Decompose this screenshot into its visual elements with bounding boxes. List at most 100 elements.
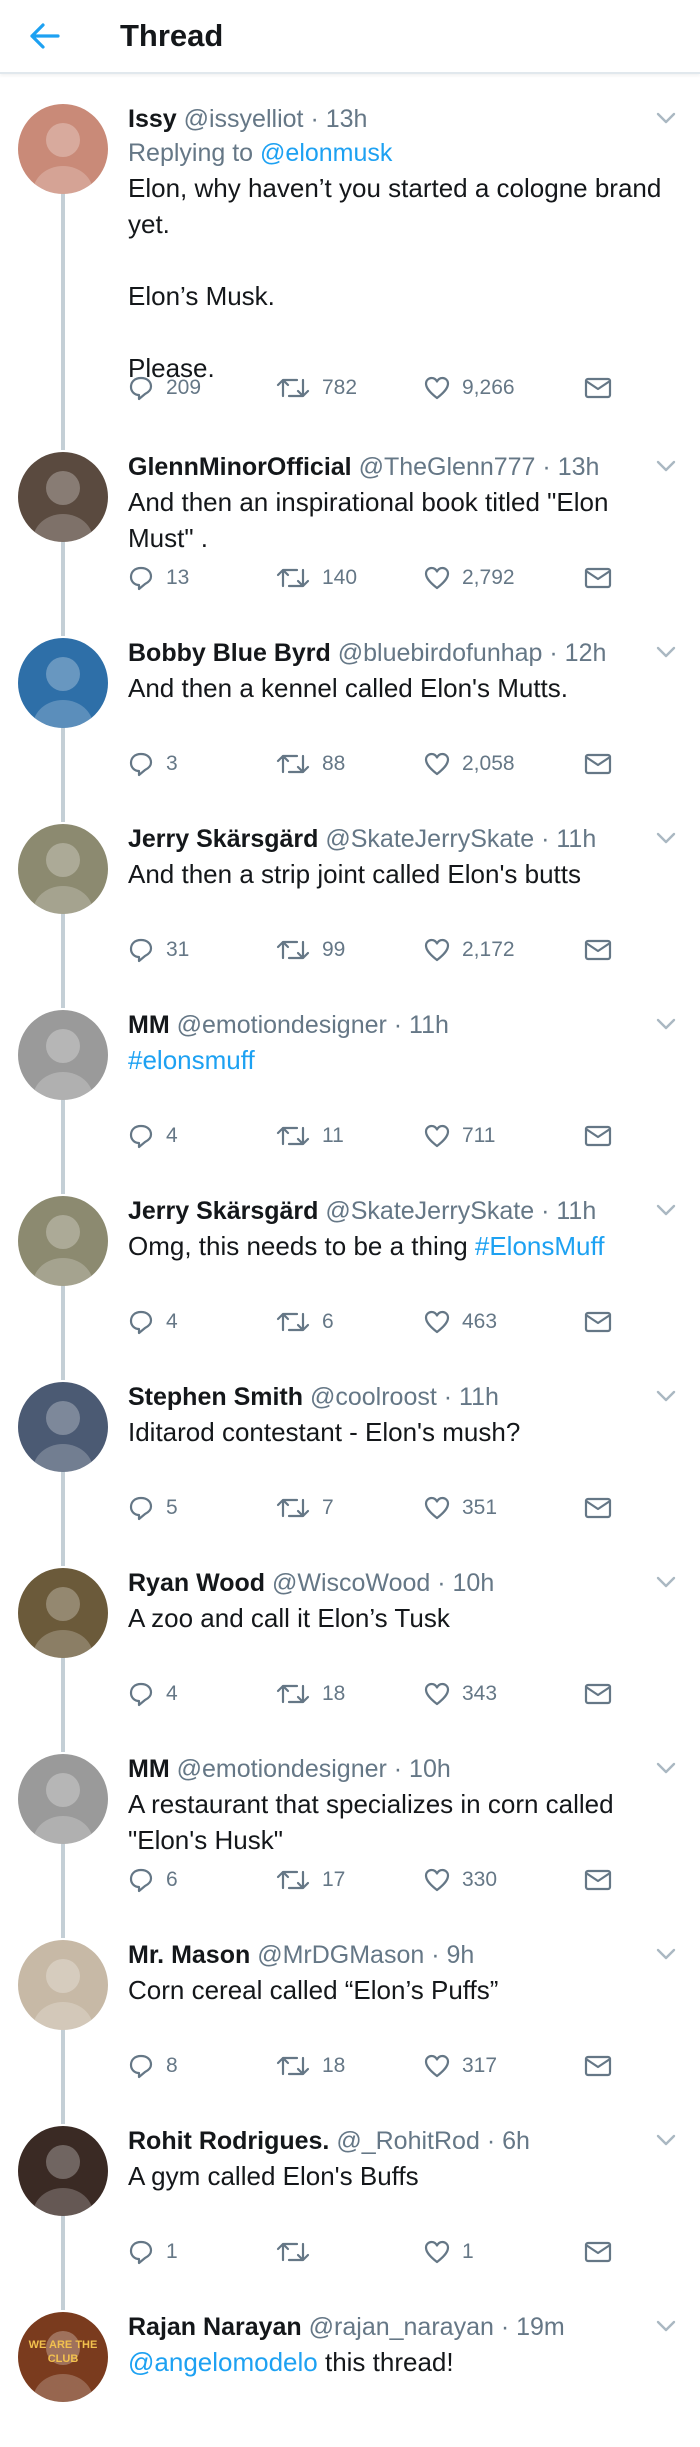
retweet-button[interactable]: 88 [276,752,424,776]
display-name[interactable]: MM [128,1755,170,1783]
tweet[interactable]: WE ARE THE CLUB Rajan Narayan @rajan_nara… [0,2298,700,2408]
like-button[interactable]: 711 [424,1124,572,1148]
user-handle[interactable]: @MrDGMason [257,1941,424,1969]
like-button[interactable]: 9,266 [424,376,572,400]
avatar[interactable] [18,824,108,914]
direct-message-button[interactable] [584,1869,612,1891]
tweet-menu-button[interactable] [652,1386,680,1406]
retweet-button[interactable] [276,2240,424,2264]
reply-button[interactable]: 5 [128,1495,276,1521]
timestamp[interactable]: · 11h [541,825,596,853]
direct-message-button[interactable] [584,2241,612,2263]
like-button[interactable]: 317 [424,2054,572,2078]
like-button[interactable]: 2,792 [424,566,572,590]
tweet[interactable]: Ryan Wood @WiscoWood · 10h A zoo and call… [0,1554,700,1740]
tweet[interactable]: MM @emotiondesigner · 10h A restaurant th… [0,1740,700,1926]
reply-button[interactable]: 13 [128,565,276,591]
tweet-menu-button[interactable] [652,1200,680,1220]
avatar[interactable]: WE ARE THE CLUB [18,2312,108,2402]
timestamp[interactable]: · 11h [541,1197,596,1225]
retweet-button[interactable]: 7 [276,1496,424,1520]
avatar[interactable] [18,1754,108,1844]
direct-message-button[interactable] [584,1311,612,1333]
tweet-menu-button[interactable] [652,1572,680,1592]
user-handle[interactable]: @bluebirdofunhap [338,639,543,667]
direct-message-button[interactable] [584,1125,612,1147]
user-handle[interactable]: @issyelliot [184,105,304,133]
mention-link[interactable]: @elonmusk [260,139,392,167]
avatar[interactable] [18,1568,108,1658]
reply-button[interactable]: 6 [128,1867,276,1893]
mention-link[interactable]: @angelomodelo [128,2347,318,2377]
tweet-menu-button[interactable] [652,1014,680,1034]
timestamp[interactable]: · 6h [487,2127,530,2155]
reply-button[interactable]: 4 [128,1123,276,1149]
display-name[interactable]: Stephen Smith [128,1383,303,1411]
like-button[interactable]: 463 [424,1310,572,1334]
like-button[interactable]: 1 [424,2240,572,2264]
retweet-button[interactable]: 140 [276,566,424,590]
tweet-menu-button[interactable] [652,642,680,662]
direct-message-button[interactable] [584,939,612,961]
avatar[interactable] [18,1196,108,1286]
timestamp[interactable]: · 9h [431,1941,474,1969]
reply-button[interactable]: 4 [128,1681,276,1707]
direct-message-button[interactable] [584,2055,612,2077]
reply-button[interactable]: 1 [128,2239,276,2265]
user-handle[interactable]: @_RohitRod [336,2127,480,2155]
tweet[interactable]: Jerry Skärsgärd @SkateJerrySkate · 11h An… [0,810,700,996]
display-name[interactable]: Bobby Blue Byrd [128,639,331,667]
tweet-menu-button[interactable] [652,1944,680,1964]
timestamp[interactable]: · 10h [394,1755,451,1783]
tweet-menu-button[interactable] [652,2130,680,2150]
tweet-menu-button[interactable] [652,828,680,848]
timestamp[interactable]: · 19m [501,2313,565,2341]
display-name[interactable]: Issy [128,105,177,133]
direct-message-button[interactable] [584,753,612,775]
display-name[interactable]: Rajan Narayan [128,2313,302,2341]
tweet-menu-button[interactable] [652,108,680,128]
like-button[interactable]: 343 [424,1682,572,1706]
display-name[interactable]: MM [128,1011,170,1039]
like-button[interactable]: 2,058 [424,752,572,776]
timestamp[interactable]: · 11h [394,1011,449,1039]
direct-message-button[interactable] [584,1497,612,1519]
avatar[interactable] [18,1382,108,1472]
user-handle[interactable]: @SkateJerrySkate [325,1197,534,1225]
timestamp[interactable]: · 12h [549,639,606,667]
display-name[interactable]: Jerry Skärsgärd [128,1197,318,1225]
reply-button[interactable]: 4 [128,1309,276,1335]
user-handle[interactable]: @rajan_narayan [309,2313,494,2341]
user-handle[interactable]: @TheGlenn777 [359,453,536,481]
reply-button[interactable]: 209 [128,375,276,401]
display-name[interactable]: Jerry Skärsgärd [128,825,318,853]
user-handle[interactable]: @WiscoWood [272,1569,430,1597]
display-name[interactable]: Mr. Mason [128,1941,250,1969]
tweet[interactable]: Jerry Skärsgärd @SkateJerrySkate · 11h Om… [0,1182,700,1368]
user-handle[interactable]: @SkateJerrySkate [325,825,534,853]
avatar[interactable] [18,638,108,728]
retweet-button[interactable]: 99 [276,938,424,962]
tweet[interactable]: Mr. Mason @MrDGMason · 9h Corn cereal cal… [0,1926,700,2112]
tweet-menu-button[interactable] [652,456,680,476]
user-handle[interactable]: @emotiondesigner [177,1755,387,1783]
display-name[interactable]: GlennMinorOfficial [128,453,352,481]
avatar[interactable] [18,452,108,542]
timestamp[interactable]: · 13h [310,105,367,133]
avatar[interactable] [18,1010,108,1100]
retweet-button[interactable]: 11 [276,1124,424,1148]
direct-message-button[interactable] [584,567,612,589]
retweet-button[interactable]: 782 [276,376,424,400]
like-button[interactable]: 330 [424,1868,572,1892]
avatar[interactable] [18,1940,108,2030]
timestamp[interactable]: · 11h [444,1383,499,1411]
like-button[interactable]: 351 [424,1496,572,1520]
tweet[interactable]: Stephen Smith @coolroost · 11h Iditarod c… [0,1368,700,1554]
retweet-button[interactable]: 6 [276,1310,424,1334]
hashtag-link[interactable]: #elonsmuff [128,1045,255,1075]
tweet[interactable]: Rohit Rodrigues. @_RohitRod · 6h A gym ca… [0,2112,700,2298]
like-button[interactable]: 2,172 [424,938,572,962]
direct-message-button[interactable] [584,377,612,399]
avatar[interactable] [18,2126,108,2216]
reply-button[interactable]: 31 [128,937,276,963]
